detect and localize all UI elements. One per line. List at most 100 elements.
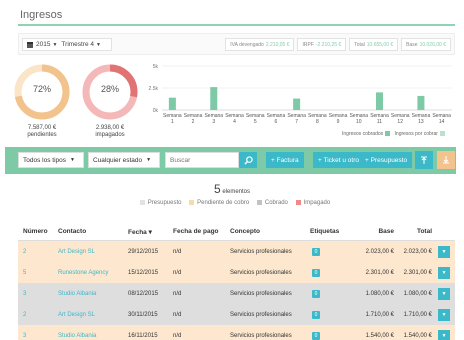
row-menu-button[interactable]: ▼	[438, 329, 450, 340]
col-paid-date[interactable]: Fecha de pago	[173, 223, 219, 240]
search-input[interactable]	[165, 152, 239, 168]
row-concept: Servicios profesionales	[230, 248, 292, 255]
tag-badge[interactable]: 0	[312, 331, 320, 340]
header-divider	[18, 24, 455, 26]
row-total: 1.710,00 €	[403, 311, 432, 318]
add-quote-button[interactable]: + Presupuesto	[360, 152, 413, 168]
row-tags: 0	[312, 325, 320, 340]
tax-pill-irpf: IRPF -2.210,25 €	[297, 38, 347, 51]
row-paid-date: n/d	[173, 269, 182, 276]
status-legend: Presupuesto Pendiente de cobro Cobrado I…	[0, 200, 464, 206]
table-row[interactable]: 3 Studio Albania 08/12/2015 n/d Servicio…	[18, 283, 455, 304]
period-toolbar: 2015 ▼ Trimestre 4 ▼ IVA devengado 2.210,…	[18, 33, 455, 55]
search-button[interactable]	[239, 152, 257, 168]
tax-summary: IVA devengado 2.210,05 € IRPF -2.210,25 € …	[225, 38, 451, 51]
row-menu-button[interactable]: ▼	[438, 245, 450, 258]
row-total: 1.080,00 €	[403, 290, 432, 297]
quarter-value[interactable]: Trimestre 4	[61, 41, 94, 48]
row-date: 16/11/2015	[128, 332, 158, 339]
row-contact[interactable]: Art Design SL	[58, 241, 95, 262]
export-button[interactable]	[415, 151, 433, 169]
col-tags[interactable]: Etiquetas	[310, 223, 339, 240]
tag-badge[interactable]: 0	[312, 289, 320, 298]
row-contact[interactable]: Studio Albania	[58, 283, 96, 304]
type-filter[interactable]: Todos los tipos ▼	[18, 152, 84, 168]
page-title: Ingresos	[20, 9, 63, 21]
tag-badge[interactable]: 0	[312, 268, 320, 277]
x-tick-label: 13	[418, 119, 424, 125]
filter-bar: Todos los tipos▼ Cualquier estado▼ + Fac…	[5, 147, 456, 174]
bar-collected	[210, 87, 218, 110]
row-tags: 0	[312, 283, 320, 304]
legend-swatch	[189, 200, 195, 205]
tax-pill-total: Total 10.655,00 €	[349, 38, 399, 51]
row-actions: ▼	[438, 262, 450, 283]
tag-badge[interactable]: 0	[312, 247, 320, 256]
download-icon	[443, 156, 449, 164]
tag-badge[interactable]: 0	[312, 310, 320, 319]
row-concept: Servicios profesionales	[230, 290, 292, 297]
table-row[interactable]: 2 Art Design SL 29/12/2015 n/d Servicios…	[18, 241, 455, 262]
legend-swatch	[256, 200, 262, 205]
row-number[interactable]: 2	[23, 304, 26, 325]
row-number[interactable]: 2	[23, 241, 26, 262]
add-ticket-button[interactable]: + Ticket u otro	[313, 152, 365, 168]
x-tick-label: 10	[356, 119, 362, 125]
status-filter[interactable]: Cualquier estado ▼	[88, 152, 160, 168]
tax-pill-base: Base 10.026,00 €	[401, 38, 451, 51]
table-row[interactable]: 5 Runestone Agency 15/12/2015 n/d Servic…	[18, 262, 455, 283]
legend-label: Cobrado	[264, 200, 288, 207]
table-body: 2 Art Design SL 29/12/2015 n/d Servicios…	[18, 241, 455, 340]
row-base: 2.301,00 €	[365, 269, 394, 276]
import-button[interactable]	[437, 151, 455, 169]
col-total[interactable]: Total	[398, 223, 432, 240]
add-invoice-button[interactable]: + Factura	[266, 152, 304, 168]
result-count: 5 elementos	[213, 182, 251, 196]
row-concept: Servicios profesionales	[230, 332, 292, 339]
col-base[interactable]: Base	[348, 223, 394, 240]
col-contact[interactable]: Contacto	[58, 223, 86, 240]
row-menu-button[interactable]: ▼	[438, 287, 450, 300]
row-menu-button[interactable]: ▼	[438, 266, 450, 279]
legend-label: Impagado	[303, 200, 331, 207]
unpaid-percent: 28%	[100, 84, 119, 94]
year-caret-icon[interactable]: ▼	[52, 42, 57, 48]
x-tick-label: 1	[171, 119, 174, 125]
row-contact[interactable]: Studio Albania	[58, 325, 96, 340]
quarter-caret-icon[interactable]: ▼	[96, 42, 101, 48]
bar-collected	[168, 97, 176, 110]
chevron-down-icon: ▼	[70, 157, 75, 163]
row-number[interactable]: 3	[23, 325, 26, 340]
y-tick-label: 0k	[153, 108, 159, 114]
table-row[interactable]: 2 Art Design SL 30/11/2015 n/d Servicios…	[18, 304, 455, 325]
col-concept[interactable]: Concepto	[230, 223, 260, 240]
row-contact[interactable]: Art Design SL	[58, 304, 95, 325]
legend-label: Presupuesto	[147, 200, 182, 207]
row-number[interactable]: 3	[23, 283, 26, 304]
x-tick-label: 2	[192, 119, 195, 125]
row-tags: 0	[312, 304, 320, 325]
col-date[interactable]: Fecha ▾	[128, 223, 152, 240]
table-header: Número Contacto Fecha ▾ Fecha de pago Co…	[18, 223, 455, 241]
row-contact[interactable]: Runestone Agency	[58, 262, 108, 283]
legend-collected-swatch	[385, 131, 391, 137]
table-row[interactable]: 3 Studio Albania 16/11/2015 n/d Servicio…	[18, 325, 455, 340]
row-base: 2.023,00 €	[365, 248, 394, 255]
row-concept: Servicios profesionales	[230, 311, 292, 318]
legend-collected-label: Ingresos cobrados	[342, 131, 384, 137]
weekly-income-chart: 0k2.5k5kSemana1Semana2Semana3Semana4Sema…	[149, 64, 452, 125]
y-tick-label: 5k	[153, 64, 159, 70]
row-menu-button[interactable]: ▼	[438, 308, 450, 321]
x-tick-label: 3	[212, 119, 215, 125]
col-number[interactable]: Número	[23, 223, 48, 240]
row-paid-date: n/d	[173, 290, 182, 297]
chart-legend: Ingresos cobrados Ingresos por cobrar	[342, 131, 448, 137]
row-total: 2.023,00 €	[403, 248, 432, 255]
bar-collected	[417, 95, 425, 110]
period-selector[interactable]: 2015 ▼ Trimestre 4 ▼	[22, 38, 112, 51]
tax-pill-iva: IVA devengado 2.210,05 €	[225, 38, 295, 51]
income-table: Número Contacto Fecha ▾ Fecha de pago Co…	[18, 223, 455, 340]
unpaid-amount: 2.938,00 € impagados	[95, 125, 125, 138]
year-value[interactable]: 2015	[36, 41, 50, 48]
row-number[interactable]: 5	[23, 262, 26, 283]
